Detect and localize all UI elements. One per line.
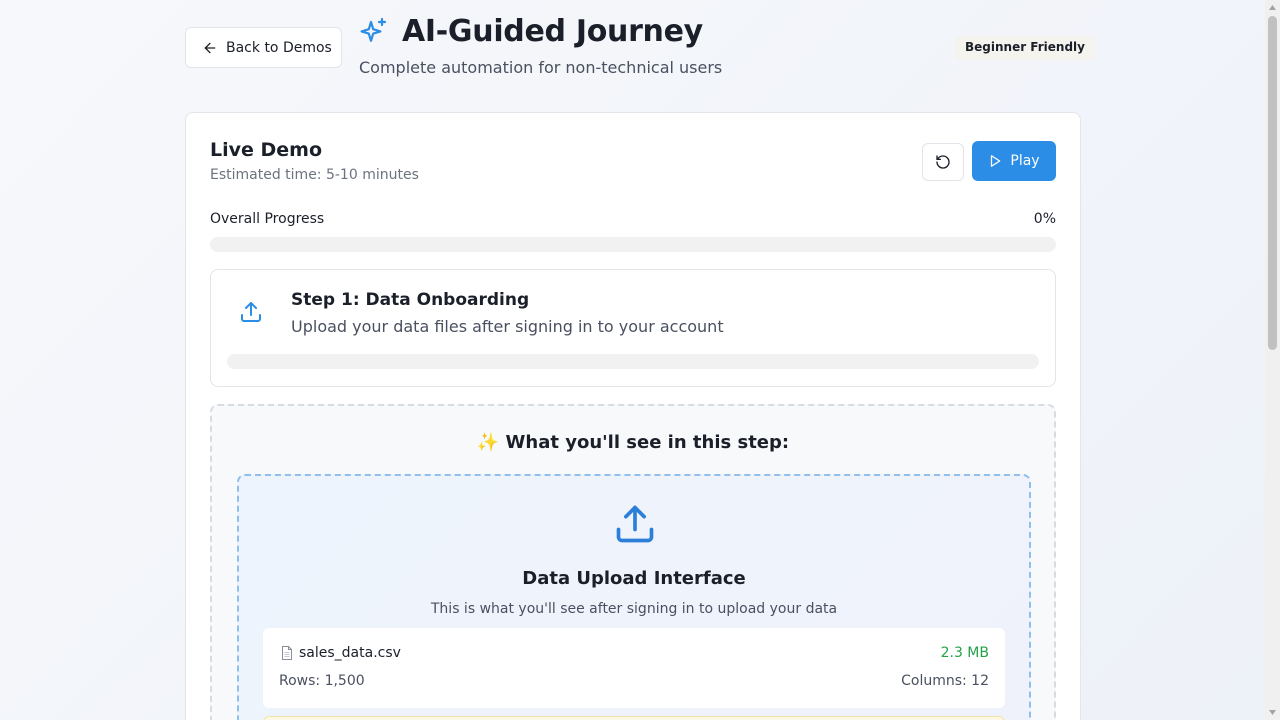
step-title: Step 1: Data Onboarding (291, 290, 530, 310)
file-columns: Columns: 12 (901, 673, 989, 689)
title-row: AI-Guided Journey (358, 14, 703, 49)
file-rows: Rows: 1,500 (279, 673, 365, 689)
rotate-ccw-icon (936, 155, 950, 169)
play-button[interactable]: Play (972, 141, 1056, 181)
preview-heading: ✨ What you'll see in this step: (476, 432, 790, 453)
step-preview: ✨ What you'll see in this step: Data Upl… (210, 404, 1056, 720)
page-subtitle: Complete automation for non-technical us… (359, 58, 723, 77)
play-icon (991, 155, 1001, 167)
back-to-demos-button[interactable]: Back to Demos (185, 27, 342, 68)
page-scrollbar[interactable] (1265, 0, 1280, 720)
file-name-row: sales_data.csv (279, 645, 401, 661)
upload-icon (241, 302, 261, 322)
play-label: Play (1010, 153, 1040, 169)
overall-progress-bar (210, 237, 1056, 252)
back-button-label: Back to Demos (226, 39, 332, 56)
step-description: Upload your data files after signing in … (291, 317, 724, 336)
reset-button[interactable] (922, 143, 964, 181)
upload-title: Data Upload Interface (522, 568, 746, 589)
page: Back to Demos AI-Guided Journey Complete… (0, 0, 1280, 720)
demo-title: Live Demo (210, 139, 323, 161)
overall-progress-value: 0% (1033, 211, 1056, 227)
arrow-left-icon (204, 42, 216, 53)
difficulty-badge: Beginner Friendly (955, 36, 1095, 60)
file-icon (282, 646, 292, 660)
upload-description: This is what you'll see after signing in… (430, 601, 838, 617)
step-card: Step 1: Data Onboarding Upload your data… (210, 269, 1056, 387)
notice-box (263, 716, 1005, 720)
file-card: sales_data.csv 2.3 MB Rows: 1,500 Column… (263, 628, 1005, 708)
estimated-time: Estimated time: 5-10 minutes (210, 167, 419, 183)
upload-dropzone[interactable]: Data Upload Interface This is what you'l… (237, 474, 1031, 720)
file-name: sales_data.csv (299, 645, 401, 661)
scroll-thumb[interactable] (1268, 16, 1277, 350)
upload-icon (616, 505, 654, 543)
page-title: AI-Guided Journey (402, 14, 703, 49)
scroll-down-arrow[interactable] (1265, 705, 1280, 720)
overall-progress-label: Overall Progress (210, 211, 325, 227)
scroll-up-arrow[interactable] (1265, 0, 1280, 15)
step-progress-bar (227, 354, 1039, 369)
demo-card: Live Demo Estimated time: 5-10 minutes P… (185, 112, 1081, 720)
sparkles-icon (360, 17, 387, 42)
file-size: 2.3 MB (940, 645, 989, 661)
